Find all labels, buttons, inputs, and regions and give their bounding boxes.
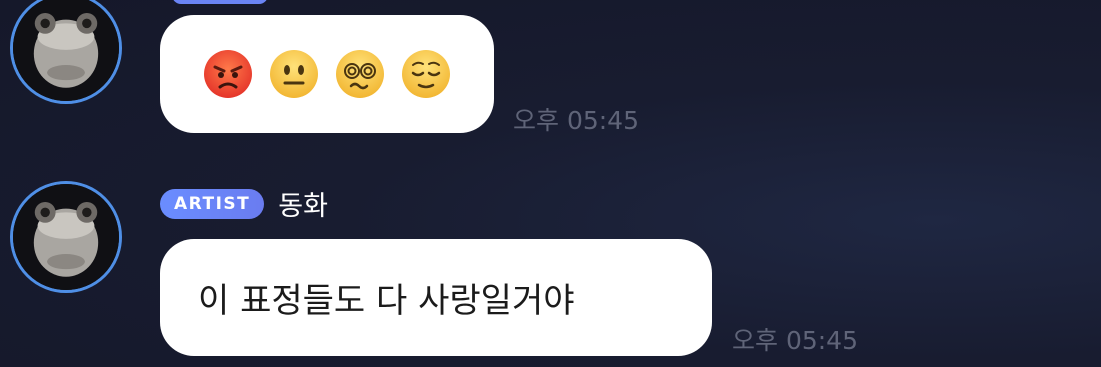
message-bubble[interactable] — [160, 15, 494, 133]
artist-badge: ARTIST — [160, 188, 265, 219]
message-timestamp: 오후 05:45 — [732, 326, 858, 355]
emoji-row — [160, 48, 452, 100]
message-text: 이 표정들도 다 사랑일거야 — [198, 281, 575, 321]
relieved-face-icon — [402, 50, 450, 98]
angry-face-icon — [204, 50, 252, 98]
avatar[interactable] — [10, 181, 122, 293]
frog-avatar-image — [13, 184, 119, 290]
message-timestamp: 오후 05:45 — [513, 106, 639, 135]
message-header: ARTIST 동화 — [160, 184, 328, 223]
avatar[interactable] — [10, 0, 122, 104]
chat-message: ARTIST 동화 이 표정들도 다 사랑일거야 오후 05:45 — [0, 180, 1101, 367]
chat-message: 오후 05:45 — [0, 0, 1101, 140]
message-bubble[interactable]: 이 표정들도 다 사랑일거야 — [160, 239, 712, 356]
dizzy-face-icon — [336, 50, 384, 98]
neutral-face-icon — [270, 50, 318, 98]
artist-badge — [172, 0, 268, 4]
frog-avatar-image — [13, 0, 119, 101]
sender-name[interactable]: 동화 — [278, 184, 328, 223]
